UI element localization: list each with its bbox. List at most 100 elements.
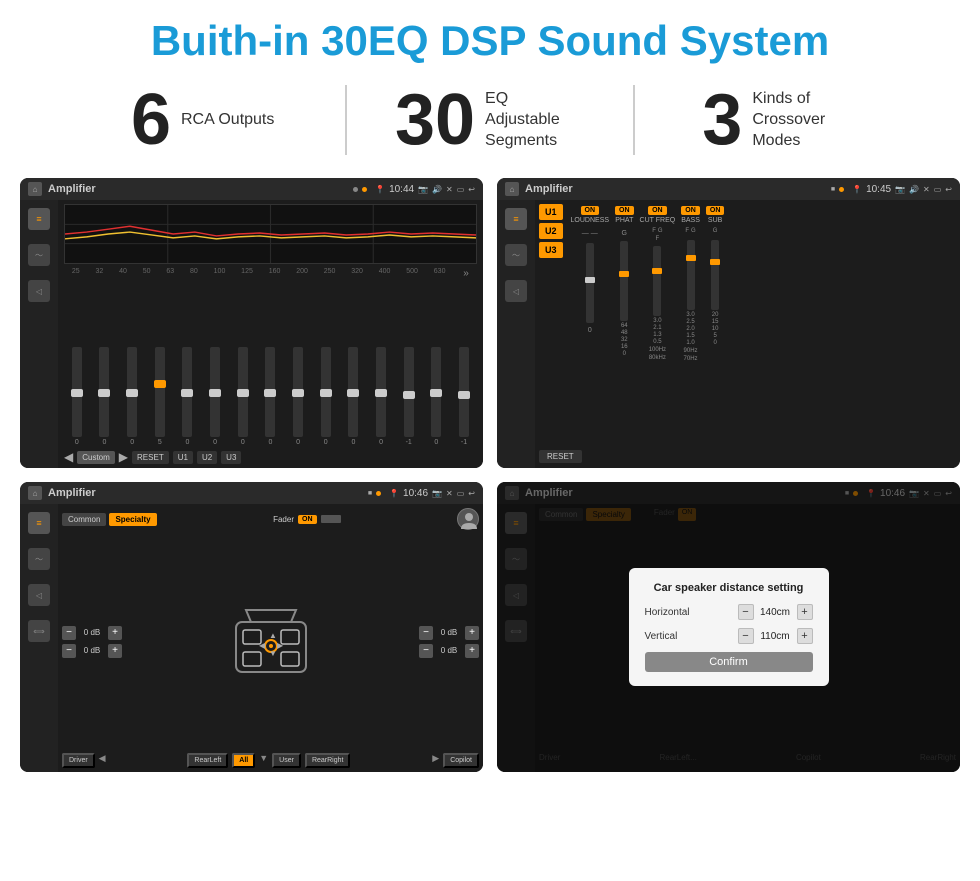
eq-sliders-row: 0 0 0 [64, 283, 477, 446]
sidebar-speaker-icon-amp[interactable]: ◁ [505, 280, 527, 302]
preset-custom-button[interactable]: Custom [77, 451, 115, 464]
db-row-0: − 0 dB + [62, 626, 122, 640]
reset-button-eq[interactable]: RESET [132, 451, 169, 464]
screen-title-amp: Amplifier [525, 183, 825, 195]
db-minus-1[interactable]: − [62, 644, 76, 658]
horizontal-plus-button[interactable]: + [797, 604, 813, 620]
eq-slider-11: 0 [376, 347, 386, 446]
eq-slider-3: 5 [155, 347, 165, 446]
eq-freq-labels: 25 32 40 50 63 80 100 125 160 200 250 32… [64, 268, 477, 279]
sidebar-expand-icon-cross[interactable]: ⟺ [28, 620, 50, 642]
status-time-amp: 10:45 [866, 184, 891, 195]
status-time-cross: 10:46 [403, 488, 428, 499]
phat-on[interactable]: ON [615, 206, 634, 215]
db-row-1: − 0 dB + [62, 644, 122, 658]
loudness-on[interactable]: ON [581, 206, 600, 215]
screen-content-amp: ≡ 〜 ◁ U1 U2 U3 [497, 200, 960, 468]
home-icon[interactable]: ⌂ [28, 182, 42, 196]
sidebar-wave-icon[interactable]: 〜 [28, 244, 50, 266]
left-sidebar-amp: ≡ 〜 ◁ [497, 200, 535, 468]
u3-button-amp[interactable]: U3 [539, 242, 563, 258]
fader-label: Fader [273, 515, 294, 524]
rearright-button[interactable]: RearRight [305, 753, 351, 768]
horizontal-label: Horizontal [645, 607, 690, 618]
reset-button-amp[interactable]: RESET [539, 450, 582, 463]
screen-amp: ⌂ Amplifier ■ 📍 10:45 📷 🔊 ✕ ▭ ↩ ≡ [497, 178, 960, 468]
all-button[interactable]: All [232, 753, 255, 768]
sidebar-speaker-icon-cross[interactable]: ◁ [28, 584, 50, 606]
stat-label-rca: RCA Outputs [181, 110, 274, 131]
db-minus-2[interactable]: − [419, 626, 433, 640]
cutfreq-section: ON CUT FREQ FG F 3.02.11.30.5 100Hz 8 [640, 206, 676, 361]
screen-content-cross: ≡ 〜 ◁ ⟺ Common Specialty [20, 504, 483, 772]
u1-button-amp[interactable]: U1 [539, 204, 563, 220]
screen-eq: ⌂ Amplifier 📍 10:44 📷 🔊 ✕ ▭ ↩ ≡ [20, 178, 483, 468]
screen-crossover: ⌂ Amplifier ■ 📍 10:46 📷 ✕ ▭ ↩ ≡ 〜 [20, 482, 483, 772]
eq-slider-9: 0 [321, 347, 331, 446]
stat-number-crossover: 3 [702, 84, 742, 156]
db-val-0: 0 dB [79, 628, 105, 637]
driver-button[interactable]: Driver [62, 753, 95, 768]
vertical-minus-button[interactable]: − [738, 628, 754, 644]
amp-main: U1 U2 U3 ON LOUDNESS — — [535, 200, 960, 468]
vertical-plus-button[interactable]: + [797, 628, 813, 644]
sub-on[interactable]: ON [706, 206, 725, 215]
confirm-button[interactable]: Confirm [645, 652, 813, 672]
fader-on-badge[interactable]: ON [298, 515, 317, 524]
status-icons-cross: ■ 📍 10:46 📷 ✕ ▭ ↩ [368, 488, 475, 499]
db-minus-3[interactable]: − [419, 644, 433, 658]
dot-active-cross [376, 491, 381, 496]
db-row-2: − 0 dB + [419, 626, 479, 640]
eq-slider-14: -1 [459, 347, 469, 446]
sidebar-eq-icon-amp[interactable]: ≡ [505, 208, 527, 230]
db-plus-0[interactable]: + [108, 626, 122, 640]
screen-dialog: ⌂ Amplifier ■ 📍 10:46 📷 ✕ ▭ ↩ ≡ 〜 [497, 482, 960, 772]
cutfreq-on[interactable]: ON [648, 206, 667, 215]
user-avatar-cross[interactable] [457, 508, 479, 530]
sidebar-eq-icon-cross[interactable]: ≡ [28, 512, 50, 534]
eq-slider-6: 0 [238, 347, 248, 446]
screen-title-cross: Amplifier [48, 487, 362, 499]
tab-specialty[interactable]: Specialty [109, 513, 156, 526]
db-plus-2[interactable]: + [465, 626, 479, 640]
next-icon[interactable]: ▶ [119, 450, 128, 464]
stats-row: 6 RCA Outputs 30 EQ Adjustable Segments … [0, 74, 980, 174]
status-icons-eq: 📍 10:44 📷 🔊 ✕ ▭ ↩ [353, 184, 475, 195]
sidebar-speaker-icon[interactable]: ◁ [28, 280, 50, 302]
status-time-eq: 10:44 [389, 184, 414, 195]
db-minus-0[interactable]: − [62, 626, 76, 640]
u2-button-eq[interactable]: U2 [197, 451, 217, 464]
stat-label-crossover: Kinds of Crossover Modes [752, 89, 852, 151]
horizontal-minus-button[interactable]: − [738, 604, 754, 620]
eq-slider-4: 0 [182, 347, 192, 446]
bass-on[interactable]: ON [681, 206, 700, 215]
copilot-button[interactable]: Copilot [443, 753, 479, 768]
sidebar-eq-icon[interactable]: ≡ [28, 208, 50, 230]
status-icons-amp: ■ 📍 10:45 📷 🔊 ✕ ▭ ↩ [831, 184, 952, 195]
db-val-3: 0 dB [436, 646, 462, 655]
horizontal-control: − 140cm + [738, 604, 813, 620]
prev-icon[interactable]: ◀ [64, 450, 73, 464]
user-button[interactable]: User [272, 753, 301, 768]
sidebar-wave-icon-cross[interactable]: 〜 [28, 548, 50, 570]
u2-button-amp[interactable]: U2 [539, 223, 563, 239]
sidebar-wave-icon-amp[interactable]: 〜 [505, 244, 527, 266]
eq-bottom-bar: ◀ Custom ▶ RESET U1 U2 U3 [64, 450, 477, 464]
cross-tabs: Common Specialty [62, 513, 157, 526]
db-plus-3[interactable]: + [465, 644, 479, 658]
u3-button-eq[interactable]: U3 [221, 451, 241, 464]
home-icon-amp[interactable]: ⌂ [505, 182, 519, 196]
u1-button-eq[interactable]: U1 [173, 451, 193, 464]
rearleft-button[interactable]: RearLeft [187, 753, 228, 768]
home-icon-cross[interactable]: ⌂ [28, 486, 42, 500]
bass-section: ON BASS FG 3.02.52.01.51.0 90Hz 70Hz [681, 206, 700, 362]
screen-content-eq: ≡ 〜 ◁ [20, 200, 483, 468]
tab-common[interactable]: Common [62, 513, 106, 526]
status-bar-cross: ⌂ Amplifier ■ 📍 10:46 📷 ✕ ▭ ↩ [20, 482, 483, 504]
left-sidebar-eq: ≡ 〜 ◁ [20, 200, 58, 468]
page-title: Buith-in 30EQ DSP Sound System [0, 0, 980, 74]
screen-title-eq: Amplifier [48, 183, 347, 195]
db-plus-1[interactable]: + [108, 644, 122, 658]
phat-section: ON PHAT G 644832160 [615, 206, 634, 357]
stat-rca: 6 RCA Outputs [60, 84, 345, 156]
